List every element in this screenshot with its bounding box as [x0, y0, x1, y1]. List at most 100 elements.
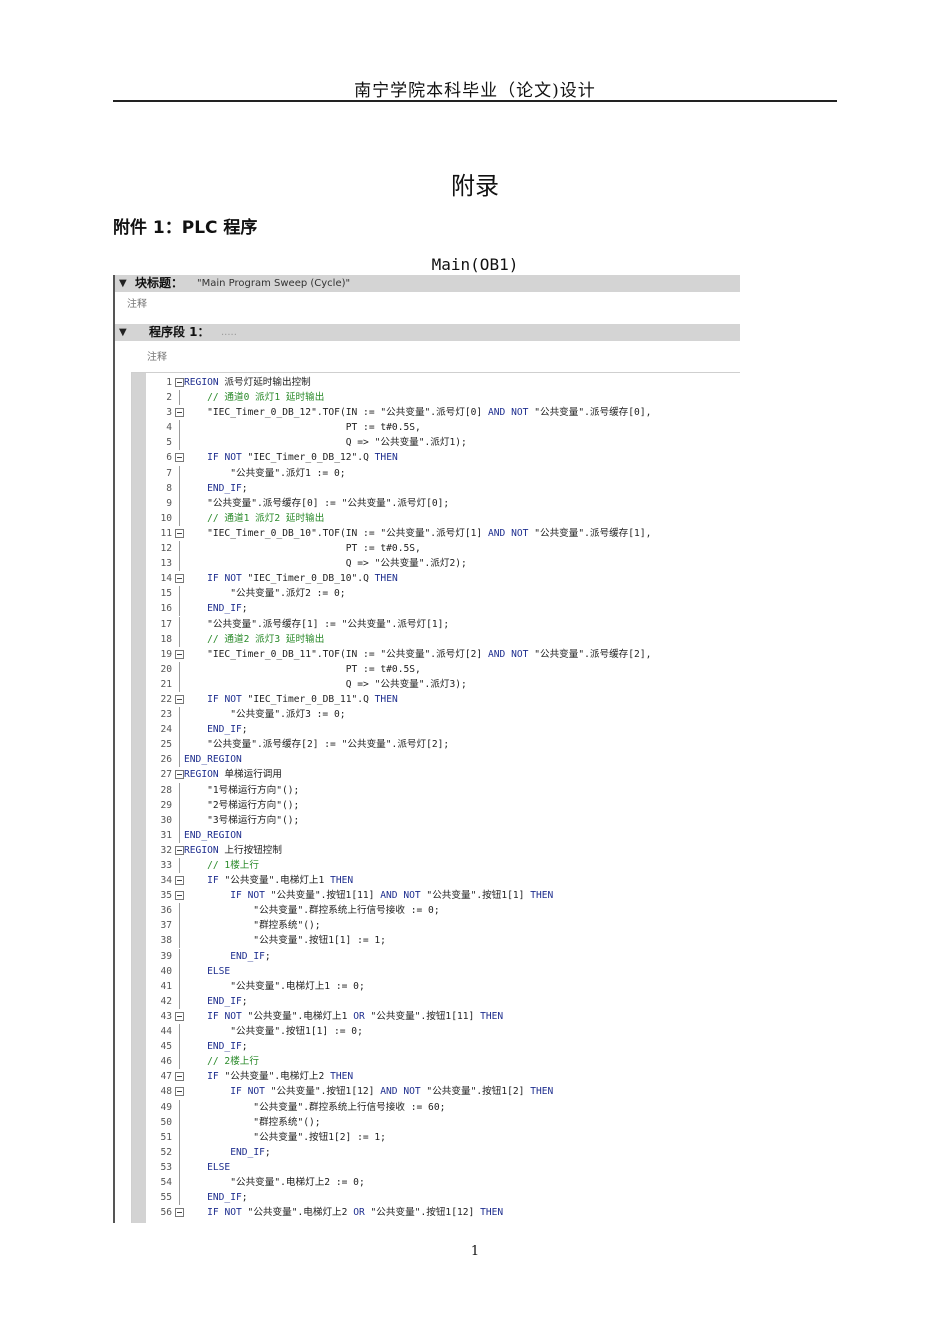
code-line[interactable]: 44 "公共变量".按钮1[1] := 0;	[146, 1024, 740, 1040]
fold-toggle-icon[interactable]	[175, 694, 184, 704]
code-line[interactable]: 54 "公共变量".电梯灯上2 := 0;	[146, 1174, 740, 1190]
network-title-bar[interactable]: ▼ 程序段 1： .....	[115, 324, 740, 341]
fold-toggle-icon[interactable]	[175, 891, 184, 901]
code-line[interactable]: 45 END_IF;	[146, 1039, 740, 1055]
code-line[interactable]: 33 // 1楼上行	[146, 858, 740, 873]
code-line[interactable]: 41 "公共变量".电梯灯上1 := 0;	[146, 978, 740, 994]
block-comment[interactable]: 注释	[127, 295, 147, 310]
code-line[interactable]: 17 "公共变量".派号缓存[1] := "公共变量".派号灯[1];	[146, 616, 740, 632]
fold-toggle-icon[interactable]	[175, 1087, 184, 1097]
fold-toggle-icon[interactable]	[175, 528, 184, 538]
code-line[interactable]: 34 IF "公共变量".电梯灯上1 THEN	[146, 873, 740, 888]
line-number: 24	[160, 724, 172, 736]
code-text: END_IF;	[207, 603, 248, 615]
code-text: "公共变量".派灯2 := 0;	[184, 588, 346, 600]
code-line[interactable]: 46 // 2楼上行	[146, 1054, 740, 1070]
code-line[interactable]: 26 END_REGION	[146, 752, 740, 768]
code-line[interactable]: 56 IF NOT "公共变量".电梯灯上2 OR "公共变量".按钮1[12]…	[146, 1205, 740, 1220]
code-line[interactable]: 32 REGION 上行按钮控制	[146, 843, 740, 858]
scl-code-editor[interactable]: 1 REGION 派号灯延时输出控制 2 // 通道0 派灯1 延时输出 3 "IEC…	[131, 372, 740, 1223]
code-line[interactable]: 10 // 通道1 派灯2 延时输出	[146, 510, 740, 526]
code-line[interactable]: 52 END_IF;	[146, 1144, 740, 1160]
code-line[interactable]: 49 "公共变量".群控系统上行信号接收 := 60;	[146, 1099, 740, 1115]
code-line[interactable]: 2 // 通道0 派灯1 延时输出	[146, 390, 740, 406]
fold-toggle-icon[interactable]	[175, 574, 184, 584]
fold-toggle-icon[interactable]	[175, 378, 184, 387]
code-line[interactable]: 43 IF NOT "公共变量".电梯灯上1 OR "公共变量".按钮1[11]…	[146, 1009, 740, 1024]
fold-toggle-icon[interactable]	[175, 649, 184, 659]
line-number: 26	[160, 754, 172, 766]
fold-guide-line	[179, 631, 180, 647]
code-text: IF NOT "IEC_Timer_0_DB_11".Q THEN	[207, 693, 398, 705]
code-line[interactable]: 22 IF NOT "IEC_Timer_0_DB_11".Q THEN	[146, 692, 740, 707]
fold-guide-line	[179, 601, 180, 617]
code-line[interactable]: 19 "IEC_Timer_0_DB_11".TOF(IN := "公共变量".…	[146, 647, 740, 662]
network-comment[interactable]: 注释	[147, 348, 167, 363]
collapse-triangle-icon[interactable]: ▼	[119, 275, 127, 292]
collapse-triangle-icon[interactable]: ▼	[119, 324, 127, 341]
code-line[interactable]: 20 PT := t#0.5S,	[146, 661, 740, 677]
code-line[interactable]: 11 "IEC_Timer_0_DB_10".TOF(IN := "公共变量".…	[146, 526, 740, 541]
fold-guide-line	[179, 420, 180, 436]
code-line[interactable]: 4 PT := t#0.5S,	[146, 420, 740, 436]
code-line[interactable]: 5 Q => "公共变量".派灯1);	[146, 435, 740, 451]
code-line[interactable]: 55 END_IF;	[146, 1190, 740, 1206]
line-number: 30	[160, 814, 172, 826]
block-title-bar[interactable]: ▼ 块标题： "Main Program Sweep (Cycle)"	[115, 275, 740, 292]
code-line[interactable]: 38 "公共变量".按钮1[1] := 1;	[146, 933, 740, 949]
code-text: "公共变量".派号缓存[0] := "公共变量".派号灯[0];	[184, 497, 450, 509]
code-text: // 2楼上行	[184, 1056, 259, 1068]
code-line[interactable]: 6 IF NOT "IEC_Timer_0_DB_12".Q THEN	[146, 450, 740, 465]
code-line[interactable]: 25 "公共变量".派号缓存[2] := "公共变量".派号灯[2];	[146, 737, 740, 753]
line-number: 15	[160, 588, 172, 600]
code-text: "IEC_Timer_0_DB_12".TOF(IN := "公共变量".派号灯…	[184, 407, 652, 419]
fold-toggle-icon[interactable]	[175, 1072, 184, 1082]
network-title-placeholder[interactable]: .....	[221, 324, 237, 341]
code-line[interactable]: 12 PT := t#0.5S,	[146, 541, 740, 557]
code-line[interactable]: 35 IF NOT "公共变量".按钮1[11] AND NOT "公共变量".…	[146, 888, 740, 903]
code-line[interactable]: 36 "公共变量".群控系统上行信号接收 := 0;	[146, 903, 740, 919]
line-number: 42	[160, 995, 172, 1007]
code-line[interactable]: 29 "2号梯运行方向"();	[146, 797, 740, 813]
fold-toggle-icon[interactable]	[175, 408, 184, 418]
fold-toggle-icon[interactable]	[175, 770, 184, 780]
code-line[interactable]: 23 "公共变量".派灯3 := 0;	[146, 707, 740, 723]
code-text: REGION 派号灯延时输出控制	[184, 377, 311, 388]
fold-toggle-icon[interactable]	[175, 845, 184, 855]
code-line[interactable]: 40 ELSE	[146, 963, 740, 979]
code-line[interactable]: 53 ELSE	[146, 1159, 740, 1175]
code-line[interactable]: 7 "公共变量".派灯1 := 0;	[146, 465, 740, 481]
code-line[interactable]: 48 IF NOT "公共变量".按钮1[12] AND NOT "公共变量".…	[146, 1084, 740, 1099]
fold-toggle-icon[interactable]	[175, 1208, 184, 1218]
block-title-value[interactable]: "Main Program Sweep (Cycle)"	[197, 275, 350, 292]
code-line[interactable]: 47 IF "公共变量".电梯灯上2 THEN	[146, 1069, 740, 1084]
code-line[interactable]: 28 "1号梯运行方向"();	[146, 782, 740, 798]
code-line[interactable]: 16 END_IF;	[146, 601, 740, 617]
code-line[interactable]: 1 REGION 派号灯延时输出控制	[146, 375, 740, 390]
code-line[interactable]: 14 IF NOT "IEC_Timer_0_DB_10".Q THEN	[146, 571, 740, 586]
code-line[interactable]: 8 END_IF;	[146, 480, 740, 496]
code-line[interactable]: 42 END_IF;	[146, 993, 740, 1009]
code-line[interactable]: 18 // 通道2 派灯3 延时输出	[146, 631, 740, 647]
code-line[interactable]: 15 "公共变量".派灯2 := 0;	[146, 586, 740, 602]
code-text: PT := t#0.5S,	[184, 543, 421, 555]
code-text: PT := t#0.5S,	[184, 422, 421, 434]
fold-toggle-icon[interactable]	[175, 1011, 184, 1021]
code-line[interactable]: 21 Q => "公共变量".派灯3);	[146, 676, 740, 692]
code-line[interactable]: 3 "IEC_Timer_0_DB_12".TOF(IN := "公共变量".派…	[146, 405, 740, 420]
code-line[interactable]: 50 "群控系统"();	[146, 1114, 740, 1130]
line-number: 36	[160, 905, 172, 917]
code-line[interactable]: 51 "公共变量".按钮1[2] := 1;	[146, 1129, 740, 1145]
line-number: 14	[160, 573, 172, 585]
code-line[interactable]: 27 REGION 单梯运行调用	[146, 767, 740, 782]
code-line[interactable]: 30 "3号梯运行方向"();	[146, 812, 740, 828]
fold-toggle-icon[interactable]	[175, 876, 184, 886]
code-line[interactable]: 39 END_IF;	[146, 948, 740, 964]
fold-toggle-icon[interactable]	[175, 453, 184, 463]
code-line[interactable]: 31 END_REGION	[146, 827, 740, 843]
line-number: 27	[160, 769, 172, 781]
code-line[interactable]: 24 END_IF;	[146, 722, 740, 738]
code-line[interactable]: 37 "群控系统"();	[146, 918, 740, 934]
code-line[interactable]: 9 "公共变量".派号缓存[0] := "公共变量".派号灯[0];	[146, 495, 740, 511]
code-line[interactable]: 13 Q => "公共变量".派灯2);	[146, 556, 740, 572]
